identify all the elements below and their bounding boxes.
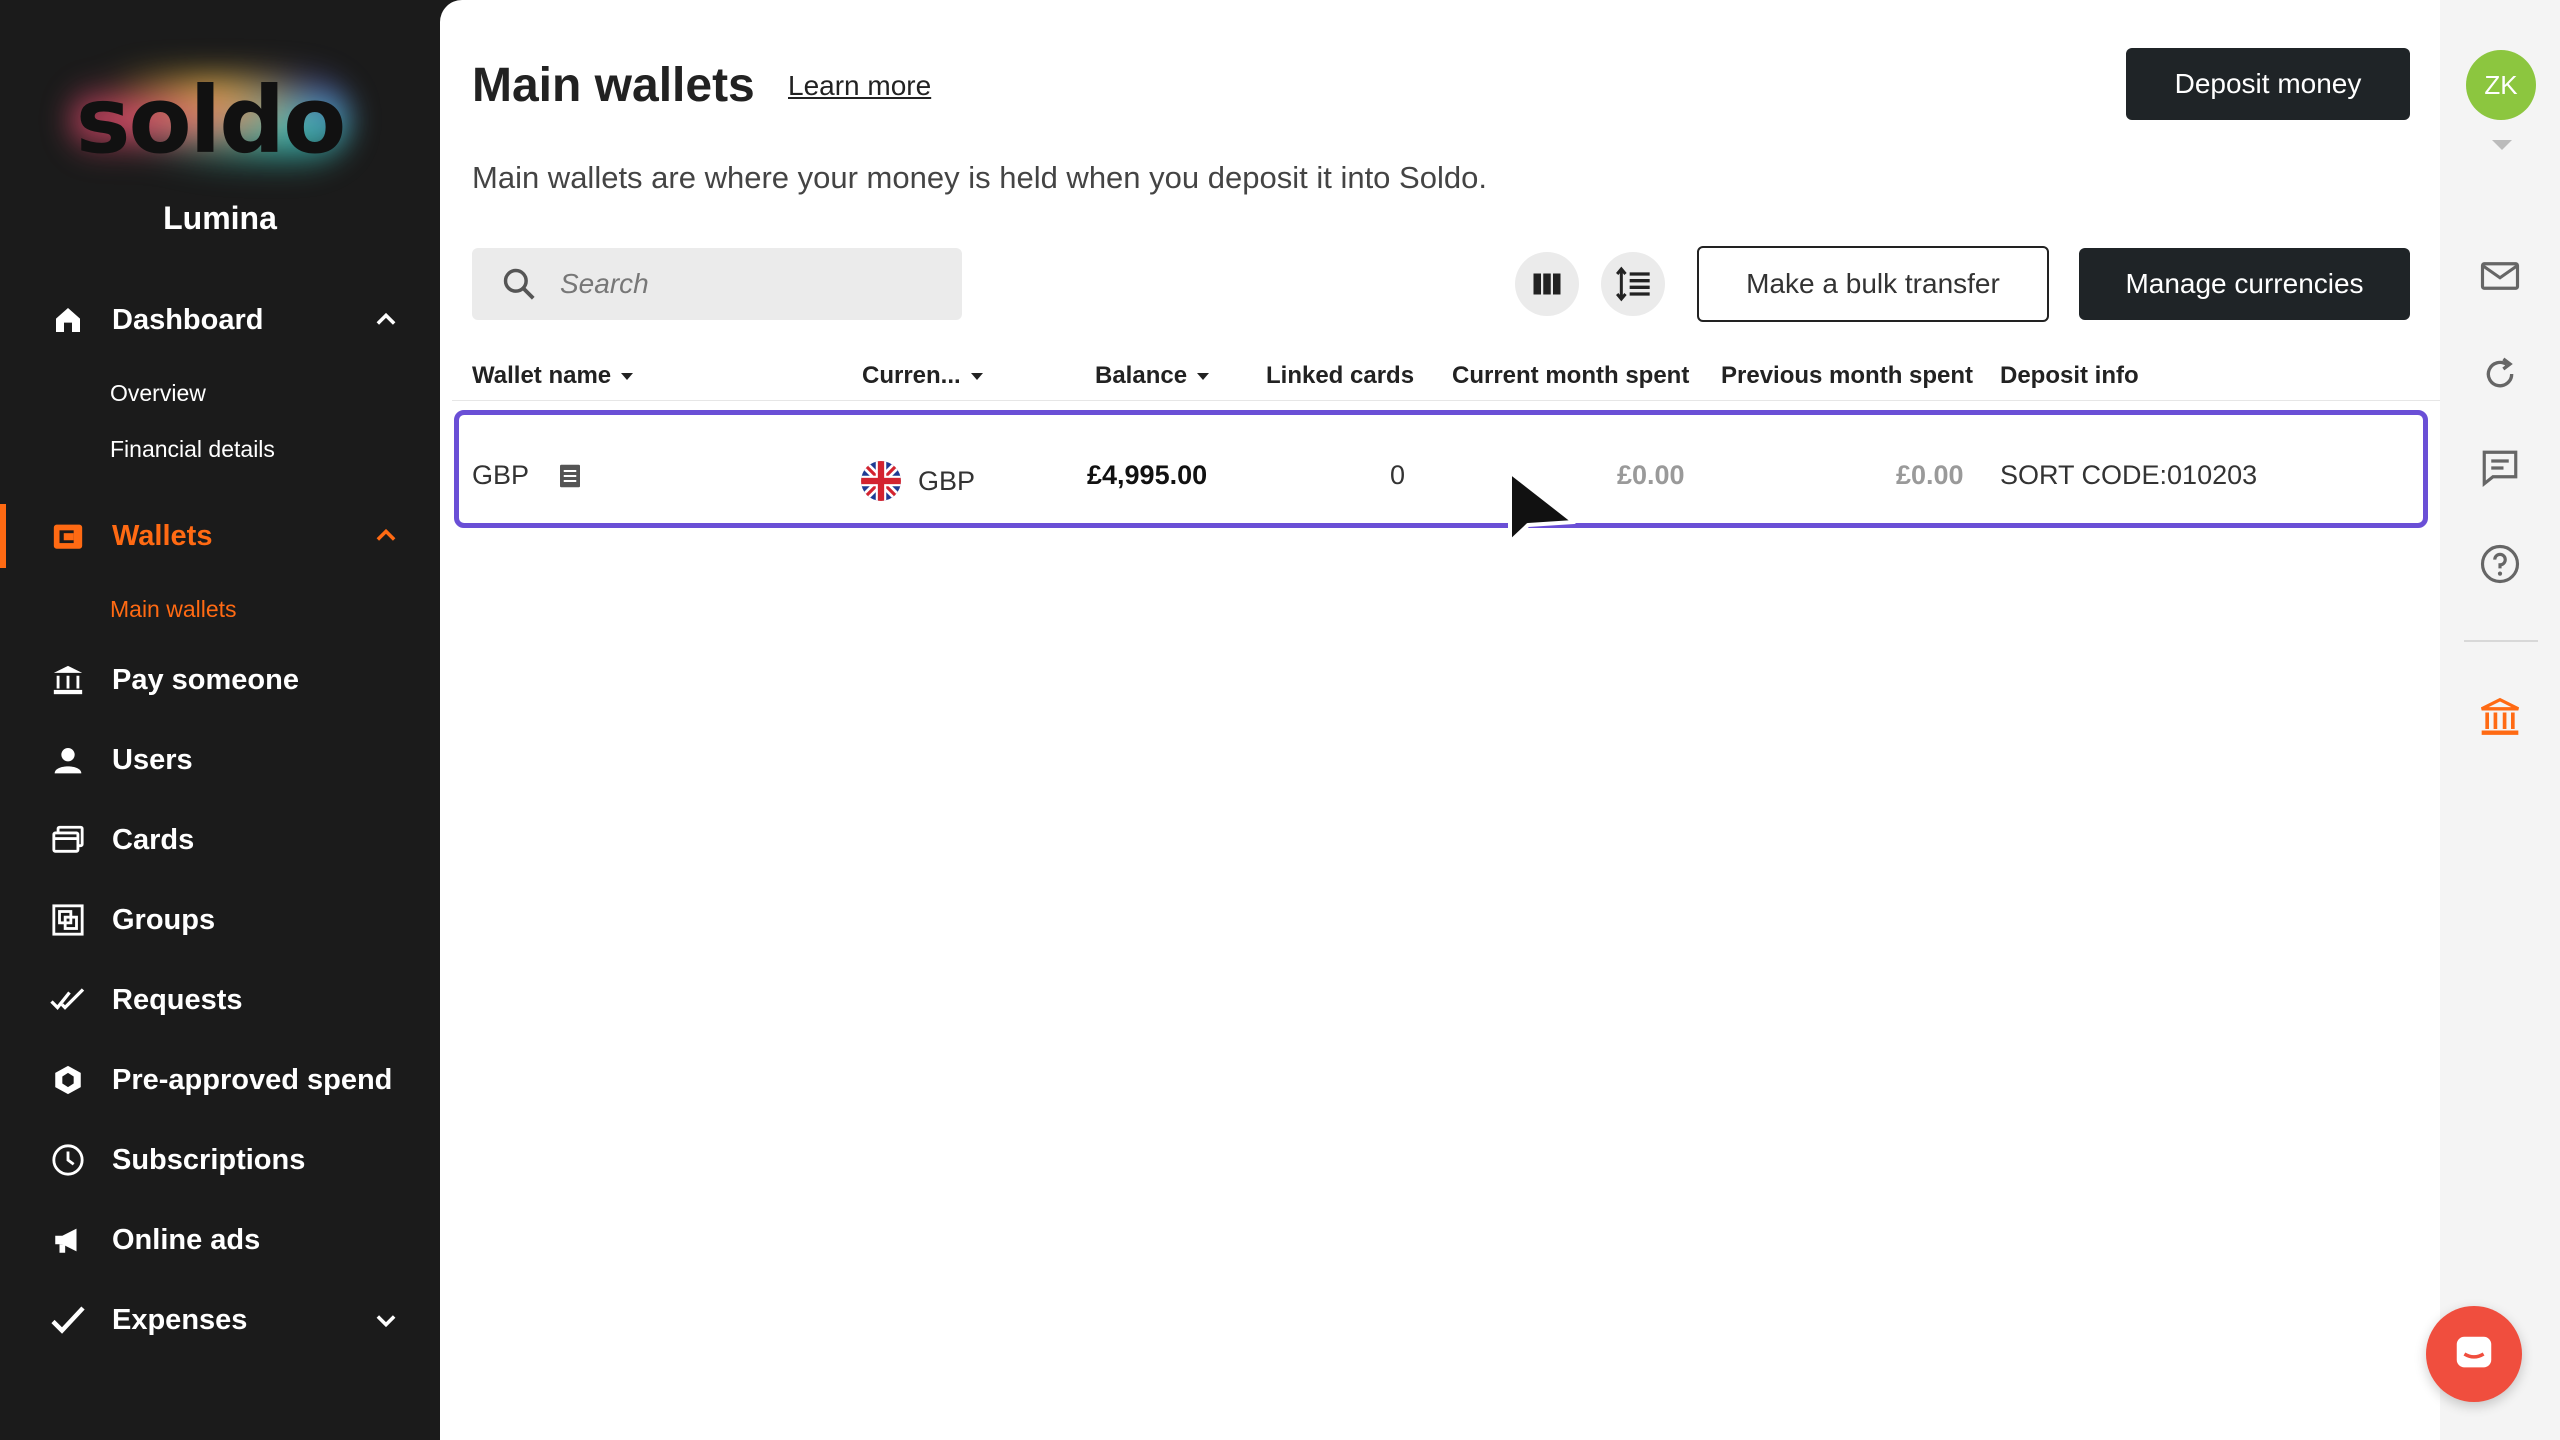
sidebar-item-label: Pre-approved spend — [112, 1063, 393, 1096]
main-content: Main wallets Learn more Deposit money Ma… — [440, 0, 2440, 1440]
sidebar-item-online-ads[interactable]: Online ads — [0, 1208, 440, 1272]
double-check-icon — [48, 980, 88, 1020]
line-height-icon — [1616, 266, 1650, 302]
sidebar-item-label: Groups — [112, 903, 216, 936]
search-box[interactable] — [472, 248, 962, 320]
currency-cell: GBP — [860, 460, 975, 502]
sidebar-item-label: Users — [112, 743, 193, 776]
search-icon — [503, 268, 535, 300]
home-icon — [48, 300, 88, 340]
linked-cards-cell: 0 — [1390, 460, 1406, 490]
mail-icon[interactable] — [2476, 252, 2524, 300]
manage-currencies-button[interactable]: Manage currencies — [2079, 248, 2410, 320]
support-chat-button[interactable] — [2426, 1306, 2522, 1402]
column-header-label: Wallet name — [472, 362, 612, 389]
sidebar-item-label: Cards — [112, 823, 195, 856]
help-icon[interactable] — [2476, 540, 2524, 588]
column-header-label: Balance — [1095, 362, 1188, 389]
column-header-label: Curren... — [862, 362, 961, 389]
sidebar-subitem-main-wallets[interactable]: Main wallets — [110, 596, 237, 623]
sort-caret-icon — [970, 372, 983, 380]
sort-caret-icon — [621, 372, 634, 380]
logo-text: soldo — [75, 66, 347, 174]
cards-icon — [48, 820, 88, 860]
column-header-previous-month-spent[interactable]: Previous month spent — [1721, 362, 1973, 390]
bank-transfer-icon — [48, 660, 88, 700]
sidebar-item-pre-approved-spend[interactable]: Pre-approved spend — [0, 1048, 440, 1112]
column-header-deposit-info[interactable]: Deposit info — [2000, 362, 2139, 390]
chevron-down-icon[interactable] — [372, 1306, 400, 1334]
column-header-label: Previous month spent — [1721, 362, 1974, 389]
current-month-spent-cell: £0.00 — [1617, 460, 1685, 490]
columns-icon — [1533, 273, 1561, 295]
sidebar-item-users[interactable]: Users — [0, 728, 440, 792]
details-icon[interactable] — [555, 461, 585, 491]
header-divider — [452, 400, 2440, 401]
shield-icon — [48, 1060, 88, 1100]
refresh-icon[interactable] — [2476, 350, 2524, 398]
sidebar-subitem-overview[interactable]: Overview — [110, 380, 206, 407]
currency-code: GBP — [918, 465, 976, 496]
sidebar-item-label: Dashboard — [112, 303, 264, 336]
sidebar-item-cards[interactable]: Cards — [0, 808, 440, 872]
search-input[interactable] — [560, 268, 940, 300]
bank-icon[interactable] — [2476, 694, 2524, 742]
column-header-label: Current month spent — [1452, 362, 1690, 389]
column-header-label: Linked cards — [1266, 362, 1415, 389]
check-icon — [48, 1300, 88, 1340]
uk-flag-icon — [861, 461, 901, 501]
page-description: Main wallets are where your money is hel… — [472, 160, 1487, 195]
rail-divider — [2464, 640, 2538, 642]
column-header-currency[interactable]: Curren... — [862, 362, 983, 390]
bulk-transfer-button[interactable]: Make a bulk transfer — [1697, 246, 2049, 322]
avatar[interactable]: ZK — [2466, 50, 2536, 120]
user-icon — [48, 740, 88, 780]
column-header-balance[interactable]: Balance — [1095, 362, 1210, 390]
page-title: Main wallets — [472, 59, 755, 112]
megaphone-icon — [48, 1220, 88, 1260]
chevron-up-icon[interactable] — [372, 522, 400, 550]
sidebar-item-label: Online ads — [112, 1223, 261, 1256]
column-header-label: Deposit info — [2000, 362, 2139, 389]
chat-bubble-icon — [2456, 1336, 2492, 1368]
sidebar-item-pay-someone[interactable]: Pay someone — [0, 648, 440, 712]
sidebar-item-subscriptions[interactable]: Subscriptions — [0, 1128, 440, 1192]
sort-caret-icon — [1197, 372, 1210, 380]
mouse-cursor-icon — [1508, 470, 1576, 544]
sidebar-item-expenses[interactable]: Expenses — [0, 1288, 440, 1352]
chat-icon[interactable] — [2476, 444, 2524, 492]
column-header-current-month-spent[interactable]: Current month spent — [1452, 362, 1689, 390]
columns-toggle-button[interactable] — [1515, 252, 1579, 316]
sidebar-item-label: Pay someone — [112, 663, 299, 696]
column-header-linked-cards[interactable]: Linked cards — [1266, 362, 1414, 390]
previous-month-spent-cell: £0.00 — [1896, 460, 1964, 490]
sidebar-item-label: Wallets — [112, 519, 213, 552]
wallet-icon — [48, 516, 88, 556]
groups-icon — [48, 900, 88, 940]
sidebar-item-groups[interactable]: Groups — [0, 888, 440, 952]
chevron-down-icon[interactable] — [2492, 140, 2512, 150]
deposit-money-button[interactable]: Deposit money — [2126, 48, 2410, 120]
deposit-info-cell: SORT CODE:010203 — [2000, 460, 2258, 490]
right-rail: ZK — [2440, 0, 2560, 1440]
wallet-name: GBP — [472, 460, 530, 490]
sidebar-item-requests[interactable]: Requests — [0, 968, 440, 1032]
sidebar: soldo Lumina Dashboard Overview Financia… — [0, 0, 440, 1440]
sidebar-item-wallets[interactable]: Wallets — [0, 504, 440, 568]
sidebar-subitem-financial-details[interactable]: Financial details — [110, 436, 275, 463]
row-density-button[interactable] — [1601, 252, 1665, 316]
soldo-logo[interactable]: soldo — [60, 60, 360, 180]
sidebar-item-label: Requests — [112, 983, 243, 1016]
sidebar-item-label: Subscriptions — [112, 1143, 306, 1176]
chevron-up-icon[interactable] — [372, 306, 400, 334]
balance-cell: £4,995.00 — [1087, 460, 1208, 490]
sidebar-item-label: Expenses — [112, 1303, 248, 1336]
clock-icon — [48, 1140, 88, 1180]
column-header-wallet-name[interactable]: Wallet name — [472, 362, 634, 390]
learn-more-link[interactable]: Learn more — [788, 70, 931, 102]
wallet-name-cell: GBP — [472, 460, 585, 491]
sidebar-item-dashboard[interactable]: Dashboard — [0, 288, 440, 352]
organization-name: Lumina — [163, 200, 277, 236]
